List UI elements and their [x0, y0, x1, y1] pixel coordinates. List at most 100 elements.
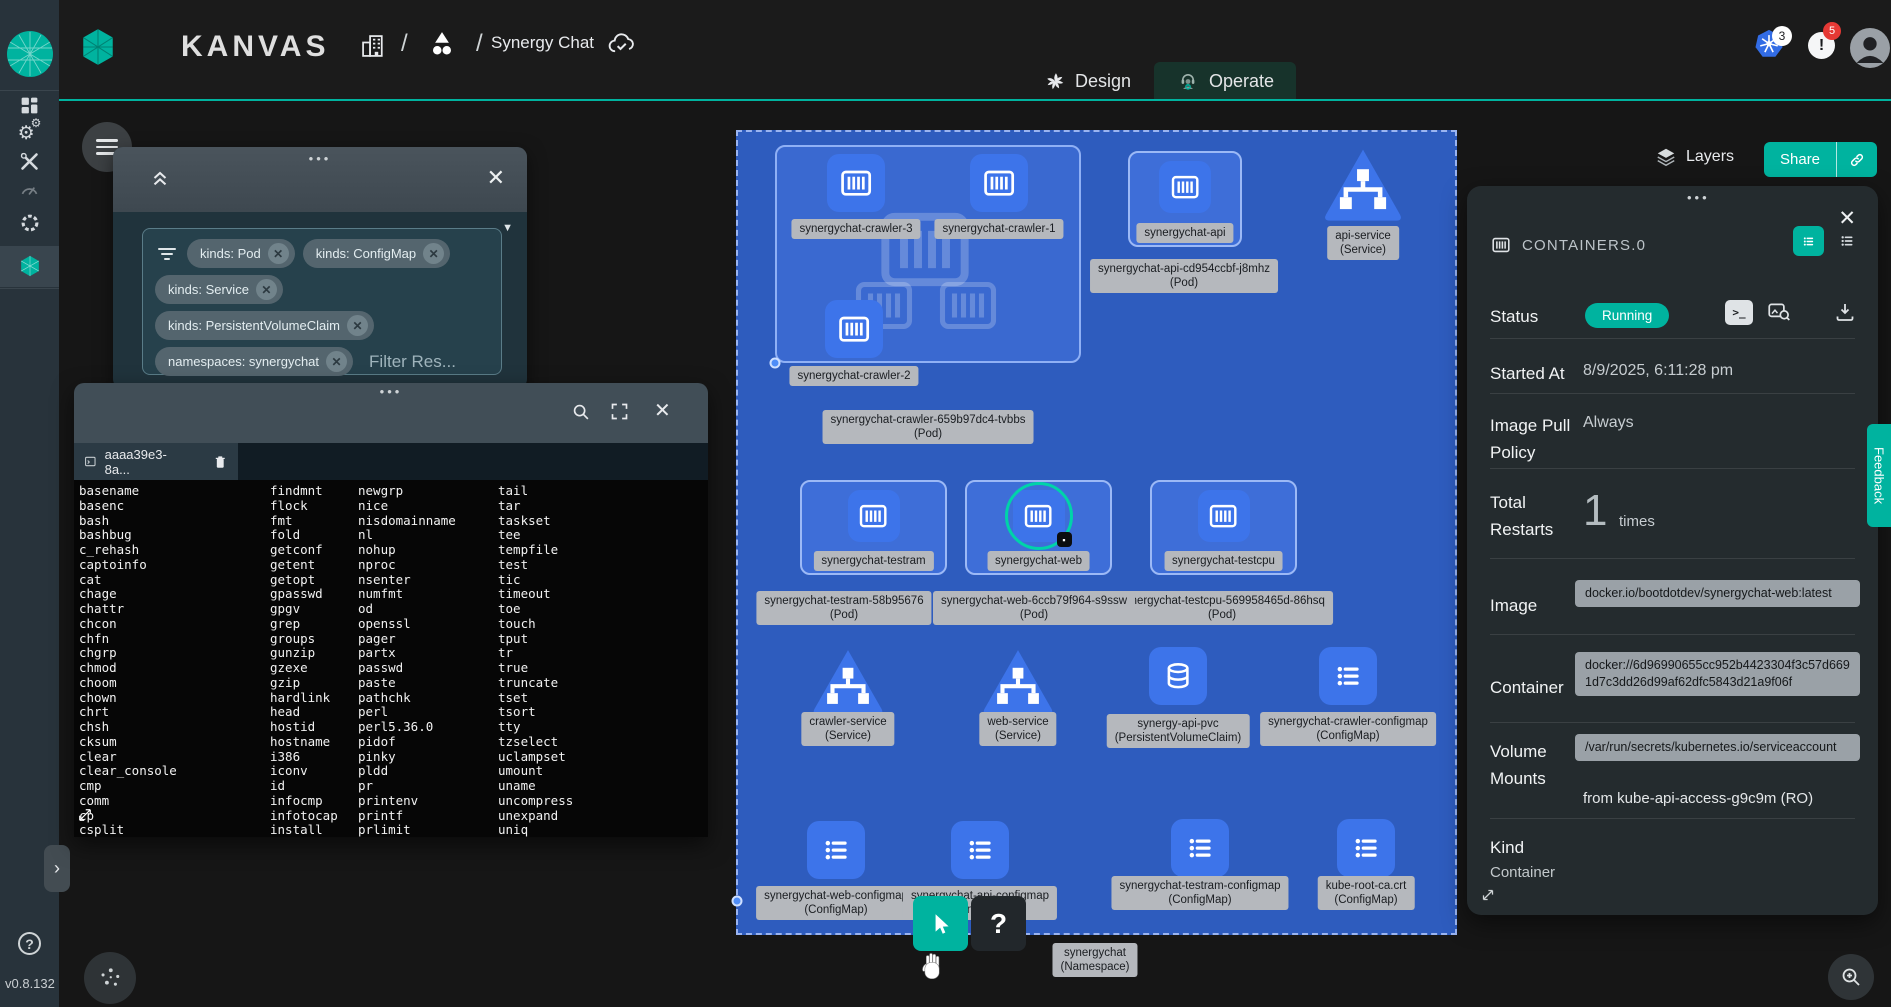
details-expand-icon[interactable]: [1479, 886, 1497, 904]
k8s-resource-icon[interactable]: [1319, 647, 1377, 705]
k8s-resource-icon[interactable]: [1149, 647, 1207, 705]
provider-logo[interactable]: [6, 30, 54, 78]
k8s-resource-icon[interactable]: [825, 300, 883, 358]
container-value[interactable]: docker://6d96990655cc952b4423304f3c57d66…: [1575, 652, 1860, 696]
filter-chip[interactable]: namespaces: synergychat✕: [155, 347, 353, 376]
image-value[interactable]: docker.io/bootdotdev/synergychat-web:lat…: [1575, 580, 1860, 607]
share-button[interactable]: Share: [1764, 142, 1877, 177]
node-label[interactable]: synergychat-testram-58b95676(Pod): [756, 591, 931, 625]
k8s-resource-icon[interactable]: [1337, 819, 1395, 877]
node-label[interactable]: kube-root-ca.crt(ConfigMap): [1318, 876, 1415, 910]
sidebar-item-extensions[interactable]: [0, 212, 59, 234]
details-drag-handle-icon[interactable]: •••: [1687, 190, 1710, 205]
avatar[interactable]: [1850, 28, 1890, 68]
help-tool-button[interactable]: ?: [971, 896, 1026, 951]
node-label[interactable]: synergychat-testcpu: [1164, 551, 1283, 571]
k8s-resource-icon[interactable]: [827, 154, 885, 212]
node-label[interactable]: synergychat-crawler-2: [789, 366, 918, 386]
chip-remove-icon[interactable]: ✕: [423, 243, 444, 264]
top-header: KANVAS / / Synergy Chat 3 ! 5: [59, 0, 1891, 99]
node-label[interactable]: synergychat-api-cd954ccbf-j8mhz(Pod): [1090, 259, 1278, 293]
details-list-view-button[interactable]: [1833, 228, 1861, 254]
details-view-toggle-button[interactable]: [1793, 226, 1824, 256]
open-terminal-button[interactable]: >_: [1725, 300, 1753, 325]
layers-button[interactable]: Layers: [1655, 146, 1734, 168]
sidebar-item-kanvas[interactable]: [0, 254, 59, 278]
download-button[interactable]: [1833, 300, 1857, 324]
service-icon[interactable]: [1321, 144, 1405, 233]
zoom-button[interactable]: [1828, 954, 1874, 1000]
copy-link-icon[interactable]: [1837, 150, 1877, 170]
terminal-output[interactable]: basename basenc bash bashbug c_rehash ca…: [74, 480, 708, 837]
node-label[interactable]: crawler-service(Service): [801, 712, 894, 746]
filter-panel-header[interactable]: ••• ✕: [113, 147, 527, 212]
filter-chip[interactable]: kinds: ConfigMap✕: [303, 239, 450, 268]
collapse-icon[interactable]: [149, 167, 171, 189]
terminal-header[interactable]: ••• ✕: [74, 383, 708, 443]
breadcrumb-separator: /: [401, 30, 408, 58]
organization-icon[interactable]: [359, 32, 387, 60]
node-label-line: synergychat-testcpu-569958465d-86hsq: [1119, 595, 1325, 607]
node-label[interactable]: synergychat-web-configmap(ConfigMap): [756, 886, 916, 920]
chip-remove-icon[interactable]: ✕: [326, 351, 347, 372]
node-label-line: synergychat-testcpu: [1172, 555, 1275, 567]
terminal-tab-delete-icon[interactable]: [212, 453, 229, 470]
sidebar-item-lifecycle[interactable]: ⚙⚙: [0, 122, 59, 145]
kanvas-logo-icon[interactable]: [78, 28, 118, 66]
filter-chip[interactable]: kinds: PersistentVolumeClaim✕: [155, 311, 374, 340]
selection-resize-handle[interactable]: [732, 896, 743, 907]
drag-handle-icon[interactable]: •••: [309, 151, 332, 166]
filter-dropdown-caret[interactable]: ▼: [502, 222, 513, 234]
node-label[interactable]: synergychat-testram: [813, 551, 933, 571]
snapshot-button[interactable]: [1766, 299, 1792, 325]
terminal-search-icon[interactable]: [570, 401, 592, 423]
k8s-resource-icon[interactable]: [951, 821, 1009, 879]
pointer-tool-button[interactable]: [913, 896, 968, 951]
group-resize-handle[interactable]: [770, 358, 781, 369]
k8s-resource-icon[interactable]: [1198, 490, 1250, 542]
help-icon[interactable]: ?: [18, 932, 41, 955]
volume-value[interactable]: /var/run/secrets/kubernetes.io/serviceac…: [1575, 734, 1860, 761]
chip-remove-icon[interactable]: ✕: [268, 243, 289, 264]
feedback-tab[interactable]: Feedback: [1867, 424, 1891, 527]
node-label[interactable]: api-service(Service): [1327, 226, 1399, 260]
k8s-resource-icon[interactable]: [1171, 819, 1229, 877]
node-label[interactable]: synergychat-testcpu-569958465d-86hsq(Pod…: [1111, 591, 1333, 625]
sidebar-item-configuration[interactable]: [0, 151, 59, 172]
sidebar-item-dashboard[interactable]: [0, 95, 59, 116]
kanvas-wordmark[interactable]: KANVAS: [181, 30, 329, 64]
node-label[interactable]: web-service(Service): [979, 712, 1056, 746]
drawer-expand-toggle[interactable]: ›: [44, 845, 70, 892]
tab-design[interactable]: Design: [1022, 62, 1153, 100]
chip-remove-icon[interactable]: ✕: [347, 315, 368, 336]
chip-remove-icon[interactable]: ✕: [256, 279, 277, 300]
filter-chip[interactable]: kinds: Service✕: [155, 275, 283, 304]
terminal-fullscreen-icon[interactable]: [609, 401, 630, 422]
node-label[interactable]: synergychat-web-6ccb79f964-s9ssw(Pod): [933, 591, 1135, 625]
node-label[interactable]: synergychat-crawler-1: [934, 219, 1063, 239]
filter-placeholder[interactable]: Filter Res...: [369, 352, 456, 372]
k8s-resource-icon[interactable]: [970, 154, 1028, 212]
terminal-close-icon[interactable]: ✕: [654, 398, 671, 423]
node-label[interactable]: synergychat-testram-configmap(ConfigMap): [1111, 876, 1288, 910]
k8s-resource-icon[interactable]: [807, 821, 865, 879]
k8s-resource-icon[interactable]: [1159, 161, 1211, 213]
relationships-button[interactable]: [84, 952, 136, 1004]
close-icon[interactable]: ✕: [487, 165, 505, 191]
terminal-drag-handle-icon[interactable]: •••: [380, 384, 403, 399]
node-label[interactable]: synergychat-crawler-659b97dc4-tvbbs(Pod): [823, 410, 1034, 444]
node-label[interactable]: synergychat-api: [1136, 223, 1233, 243]
node-label[interactable]: synergychat(Namespace): [1052, 943, 1137, 977]
tab-operate[interactable]: Operate: [1154, 62, 1296, 100]
terminal-tab[interactable]: aaaa39e3-8a...: [74, 443, 238, 480]
filter-chip[interactable]: kinds: Pod✕: [187, 239, 295, 268]
node-label[interactable]: synergychat-crawler-configmap(ConfigMap): [1260, 712, 1436, 746]
workspace-icon[interactable]: [427, 28, 457, 60]
filter-input-box[interactable]: kinds: Pod✕ kinds: ConfigMap✕ kinds: Servi…: [142, 228, 502, 375]
node-label[interactable]: synergy-api-pvc(PersistentVolumeClaim): [1107, 714, 1250, 748]
breadcrumb-project-name[interactable]: Synergy Chat: [491, 33, 594, 53]
node-label[interactable]: synergychat-web: [987, 551, 1090, 571]
sidebar-item-performance[interactable]: [0, 179, 59, 200]
k8s-resource-icon[interactable]: [848, 490, 900, 542]
node-label[interactable]: synergychat-crawler-3: [791, 219, 920, 239]
